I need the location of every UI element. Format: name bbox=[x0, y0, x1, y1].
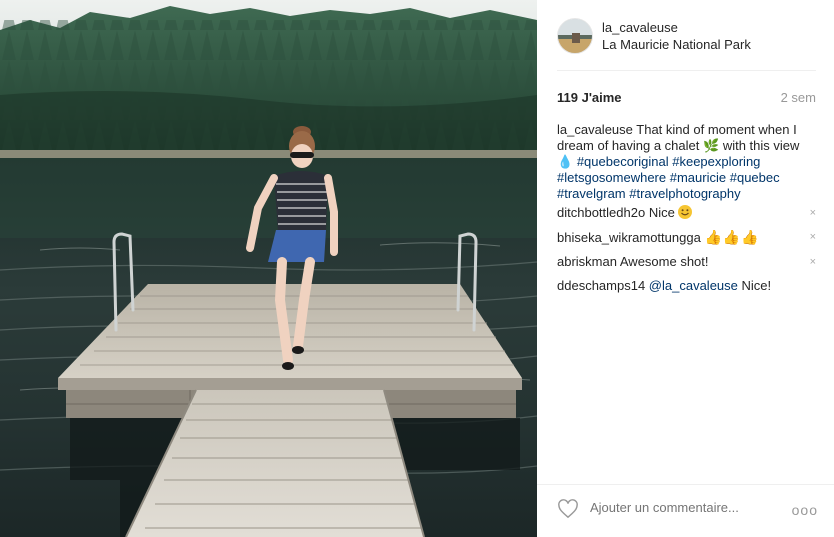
hashtag[interactable]: #travelgram bbox=[557, 186, 626, 201]
heart-icon[interactable] bbox=[557, 499, 579, 519]
droplet-icon: 💧 bbox=[557, 154, 574, 169]
instagram-post: la_cavaleuse La Mauricie National Park 1… bbox=[0, 0, 834, 537]
caption-username[interactable]: la_cavaleuse bbox=[557, 122, 633, 137]
comment-item: ddeschamps14 @la_cavaleuse Nice! bbox=[557, 278, 816, 294]
comments-list: la_cavaleuse That kind of moment when I … bbox=[557, 122, 816, 302]
likes-count[interactable]: 119 J'aime bbox=[557, 90, 622, 105]
comment-item: bhiseka_wikramottungga 👍👍👍 × bbox=[557, 229, 816, 246]
comment-text: Awesome shot! bbox=[619, 254, 709, 269]
post-username[interactable]: la_cavaleuse bbox=[602, 19, 751, 36]
comment-username[interactable]: bhiseka_wikramottungga bbox=[557, 230, 701, 245]
post-location[interactable]: La Mauricie National Park bbox=[602, 36, 751, 53]
hashtag[interactable]: #keepexploring bbox=[672, 154, 760, 169]
post-meta: 119 J'aime 2 sem bbox=[557, 88, 816, 106]
post-header: la_cavaleuse La Mauricie National Park bbox=[557, 16, 816, 56]
comment-item: ditchbottledh2o Nice × bbox=[557, 205, 816, 221]
caption-text-2: with this view bbox=[722, 138, 800, 153]
avatar-image-icon bbox=[558, 19, 592, 53]
comment-item: abriskman Awesome shot! × bbox=[557, 254, 816, 270]
post-side-panel: la_cavaleuse La Mauricie National Park 1… bbox=[537, 0, 834, 537]
hashtag[interactable]: #quebecoriginal bbox=[577, 154, 669, 169]
hashtag[interactable]: #travelphotography bbox=[629, 186, 740, 201]
comment-bar: ooo bbox=[537, 484, 834, 537]
more-options-icon[interactable]: ooo bbox=[792, 502, 818, 518]
add-comment-input[interactable] bbox=[590, 500, 760, 515]
comment-username[interactable]: ditchbottledh2o bbox=[557, 205, 645, 220]
hashtag[interactable]: #mauricie bbox=[670, 170, 726, 185]
comment-text: Nice bbox=[648, 205, 675, 220]
comment-mention[interactable]: @la_cavaleuse bbox=[649, 278, 738, 293]
comment-text: Nice! bbox=[741, 278, 772, 293]
header-divider bbox=[557, 70, 816, 71]
post-age[interactable]: 2 sem bbox=[781, 90, 816, 105]
delete-comment-icon[interactable]: × bbox=[810, 254, 816, 270]
delete-comment-icon[interactable]: × bbox=[810, 205, 816, 221]
thumbs-up-icon: 👍👍👍 bbox=[704, 229, 760, 245]
comment-username[interactable]: abriskman bbox=[557, 254, 617, 269]
post-photo[interactable] bbox=[0, 0, 537, 537]
hashtag[interactable]: #letsgosomewhere bbox=[557, 170, 666, 185]
hashtag[interactable]: #quebec bbox=[730, 170, 780, 185]
caption: la_cavaleuse That kind of moment when I … bbox=[557, 122, 816, 202]
leaf-icon: 🌿 bbox=[703, 138, 720, 153]
avatar[interactable] bbox=[557, 18, 593, 54]
lake-dock-photo bbox=[0, 0, 537, 537]
delete-comment-icon[interactable]: × bbox=[810, 229, 816, 245]
comment-username[interactable]: ddeschamps14 bbox=[557, 278, 645, 293]
smile-icon bbox=[678, 205, 693, 219]
